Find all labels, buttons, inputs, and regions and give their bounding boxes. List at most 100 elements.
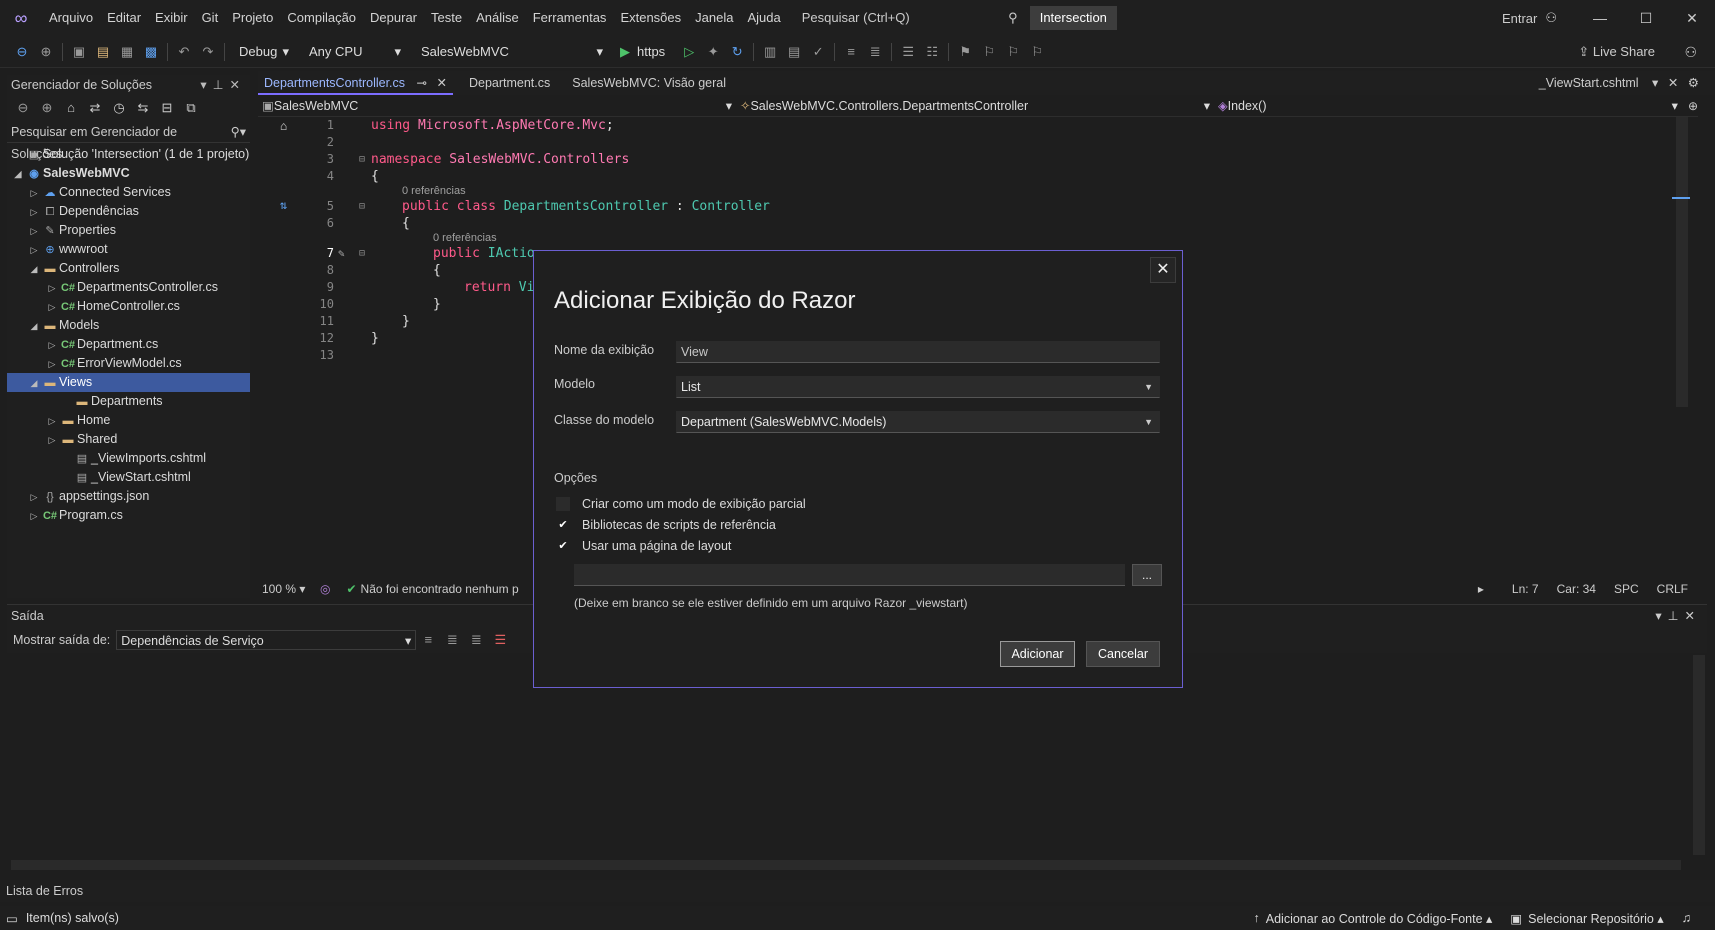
panel-close-icon[interactable]: ✕ bbox=[1685, 609, 1701, 623]
tree-item-departments-controller[interactable]: ▷ C# DepartmentsController.cs bbox=[7, 278, 250, 297]
whitespace-indicator[interactable]: SPC bbox=[1614, 582, 1639, 596]
bookmark-icon[interactable]: ⚑ bbox=[954, 41, 976, 63]
play-icon[interactable]: ▶ bbox=[614, 41, 636, 63]
notifications-icon[interactable]: ♫ bbox=[1682, 911, 1691, 925]
tab-overflow-icon[interactable]: ▾ bbox=[1652, 76, 1658, 90]
tree-item-viewimports[interactable]: ▤ _ViewImports.cshtml bbox=[7, 449, 250, 468]
menu-editar[interactable]: Editar bbox=[100, 0, 148, 36]
run-button[interactable]: https bbox=[637, 44, 665, 59]
menu-teste[interactable]: Teste bbox=[424, 0, 469, 36]
layout-page-checkbox[interactable]: ✔ bbox=[556, 539, 570, 553]
line-indicator[interactable]: Ln: 7 bbox=[1512, 582, 1539, 596]
collapsed-arrow-icon[interactable]: ▷ bbox=[45, 298, 59, 317]
solution-name-badge[interactable]: Intersection bbox=[1029, 6, 1117, 30]
back-icon[interactable]: ⊖ bbox=[11, 41, 33, 63]
tree-item-controllers[interactable]: ◢ ▬ Controllers bbox=[7, 259, 250, 278]
save-icon[interactable]: ▦ bbox=[116, 41, 138, 63]
collapse-icon[interactable]: ⊟ bbox=[359, 151, 365, 168]
forward-icon[interactable]: ⊕ bbox=[35, 41, 57, 63]
menu-exibir[interactable]: Exibir bbox=[148, 0, 195, 36]
panel-close-icon[interactable]: ✕ bbox=[230, 78, 246, 92]
platform-select[interactable]: Any CPU ▾ bbox=[302, 40, 408, 63]
quick-action-icon[interactable]: ✎ bbox=[338, 245, 345, 262]
expanded-arrow-icon[interactable]: ◢ bbox=[27, 260, 41, 279]
partial-view-checkbox[interactable] bbox=[556, 497, 570, 511]
startup-project-select[interactable]: SalesWebMVC ▾ bbox=[414, 40, 610, 63]
output-source-select[interactable]: Dependências de Serviço ▾ bbox=[116, 630, 417, 650]
outdent-icon[interactable]: ≣ bbox=[864, 41, 886, 63]
prev-message-icon[interactable]: ≣ bbox=[441, 629, 463, 651]
vertical-scrollbar[interactable] bbox=[1676, 117, 1688, 407]
close-icon[interactable]: ✕ bbox=[1669, 0, 1715, 36]
new-item-icon[interactable]: ▣ bbox=[68, 41, 90, 63]
forward-icon[interactable]: ⊕ bbox=[36, 97, 58, 119]
pin-icon[interactable]: ⊥ bbox=[213, 78, 230, 92]
collapsed-arrow-icon[interactable]: ▷ bbox=[45, 336, 59, 355]
panel-menu-icon[interactable]: ▾ bbox=[1655, 609, 1667, 623]
tree-item-solution[interactable]: ▣ Solução 'Intersection' (1 de 1 projeto) bbox=[7, 145, 250, 164]
menu-ajuda[interactable]: Ajuda bbox=[740, 0, 787, 36]
collapsed-arrow-icon[interactable]: ▷ bbox=[45, 355, 59, 374]
tree-item-home-folder[interactable]: ▷ ▬ Home bbox=[7, 411, 250, 430]
switch-views-icon[interactable]: ⇄ bbox=[84, 97, 106, 119]
sync-icon[interactable]: ⇆ bbox=[132, 97, 154, 119]
spellcheck-icon[interactable]: ✓ bbox=[807, 41, 829, 63]
tab-department-cs[interactable]: Department.cs bbox=[463, 71, 556, 95]
line-ending-indicator[interactable]: CRLF bbox=[1657, 582, 1688, 596]
run-without-debug-icon[interactable]: ▷ bbox=[678, 41, 700, 63]
collapse-all-icon[interactable]: ⊟ bbox=[156, 97, 178, 119]
model-class-select[interactable]: Department (SalesWebMVC.Models) ▼ bbox=[676, 411, 1160, 433]
layout-page-option[interactable]: ✔ Usar uma página de layout bbox=[556, 537, 731, 555]
tree-item-views[interactable]: ◢ ▬ Views bbox=[7, 373, 250, 392]
save-all-icon[interactable]: ▩ bbox=[140, 41, 162, 63]
tree-item-errorviewmodel[interactable]: ▷ C# ErrorViewModel.cs bbox=[7, 354, 250, 373]
home-icon[interactable]: ⌂ bbox=[60, 97, 82, 119]
collapse-icon[interactable]: ⊟ bbox=[359, 198, 365, 215]
comment-icon[interactable]: ☰ bbox=[897, 41, 919, 63]
cancel-button[interactable]: Cancelar bbox=[1086, 641, 1160, 667]
tree-item-dependencies[interactable]: ▷ ⧠ Dependências bbox=[7, 202, 250, 221]
collapsed-arrow-icon[interactable]: ▷ bbox=[45, 412, 59, 431]
menu-ferramentas[interactable]: Ferramentas bbox=[526, 0, 614, 36]
collapsed-arrow-icon[interactable]: ▷ bbox=[45, 431, 59, 450]
output-vertical-scrollbar[interactable] bbox=[1693, 655, 1705, 855]
layout-path-input[interactable] bbox=[574, 564, 1125, 586]
member-nav-select[interactable]: ◈Index() ▾ bbox=[1214, 96, 1682, 116]
hot-reload-icon[interactable]: ✦ bbox=[702, 41, 724, 63]
collapsed-arrow-icon[interactable]: ▷ bbox=[27, 488, 41, 507]
refresh-icon[interactable]: ↻ bbox=[726, 41, 748, 63]
menu-janela[interactable]: Janela bbox=[688, 0, 740, 36]
tree-item-department-cs[interactable]: ▷ C# Department.cs bbox=[7, 335, 250, 354]
collapsed-arrow-icon[interactable]: ▷ bbox=[45, 279, 59, 298]
view-name-input[interactable]: View bbox=[676, 341, 1160, 363]
collapsed-arrow-icon[interactable]: ▷ bbox=[27, 203, 41, 222]
tree-item-properties[interactable]: ▷ ✎ Properties bbox=[7, 221, 250, 240]
collapsed-arrow-icon[interactable]: ▷ bbox=[27, 184, 41, 203]
tree-item-appsettings[interactable]: ▷ {} appsettings.json bbox=[7, 487, 250, 506]
zoom-select[interactable]: 100 % ▾ bbox=[258, 582, 314, 596]
clear-bookmarks-icon[interactable]: ⚐ bbox=[1026, 41, 1048, 63]
copilot-icon[interactable]: ◎ bbox=[320, 582, 330, 596]
panel-menu-icon[interactable]: ▾ bbox=[200, 78, 212, 92]
class-nav-select[interactable]: ✧SalesWebMVC.Controllers.DepartmentsCont… bbox=[736, 96, 1214, 116]
show-all-files-icon[interactable]: ⧉ bbox=[180, 97, 202, 119]
settings-icon[interactable]: ⚙ bbox=[1688, 76, 1699, 90]
tree-item-connected-services[interactable]: ▷ ☁ Connected Services bbox=[7, 183, 250, 202]
tree-item-home-controller[interactable]: ▷ C# HomeController.cs bbox=[7, 297, 250, 316]
live-share-button[interactable]: ⇪ Live Share bbox=[1578, 40, 1655, 64]
expanded-arrow-icon[interactable]: ◢ bbox=[11, 165, 25, 184]
config-select[interactable]: Debug ▾ bbox=[232, 40, 296, 63]
tree-item-project[interactable]: ◢ ◉ SalesWebMVC bbox=[7, 164, 250, 183]
menu-git[interactable]: Git bbox=[195, 0, 226, 36]
tab-overview[interactable]: SalesWebMVC: Visão geral bbox=[566, 71, 732, 95]
issues-status[interactable]: Não foi encontrado nenhum p bbox=[361, 582, 519, 596]
next-message-icon[interactable]: ≣ bbox=[465, 629, 487, 651]
prev-bookmark-icon[interactable]: ⚐ bbox=[978, 41, 1000, 63]
add-button[interactable]: Adicionar bbox=[1000, 641, 1075, 667]
account-icon[interactable]: ⚇ bbox=[1545, 10, 1557, 26]
undo-icon[interactable]: ↶ bbox=[173, 41, 195, 63]
output-horizontal-scrollbar[interactable] bbox=[11, 860, 1681, 870]
expanded-arrow-icon[interactable]: ◢ bbox=[27, 317, 41, 336]
error-list-tab[interactable]: Lista de Erros bbox=[0, 880, 1715, 902]
tab-viewstart[interactable]: _ViewStart.cshtml ▾ ✕ ⚙ bbox=[1539, 71, 1699, 95]
